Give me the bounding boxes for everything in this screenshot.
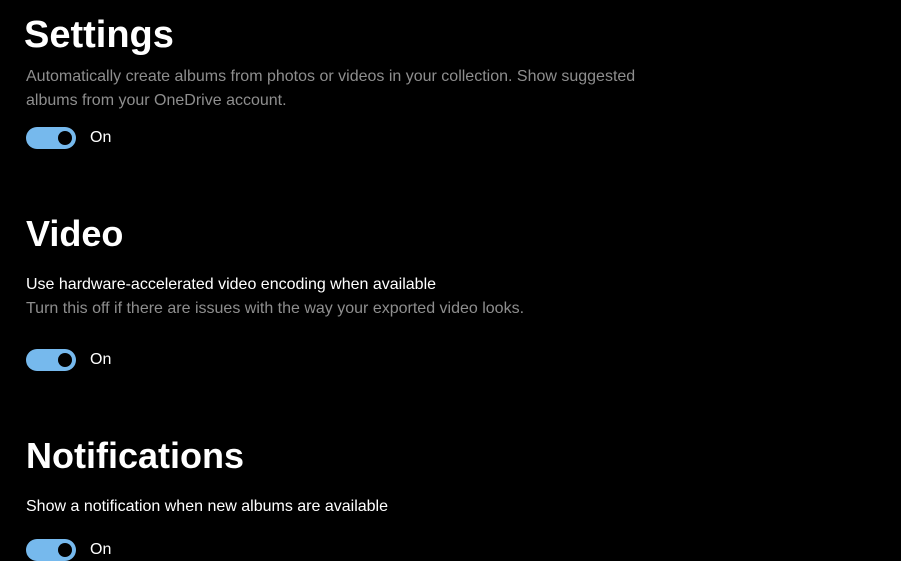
albums-description: Automatically create albums from photos … (26, 65, 875, 113)
video-toggle-label: On (90, 351, 111, 369)
settings-content: Automatically create albums from photos … (0, 0, 901, 561)
settings-header: Settings (0, 0, 901, 71)
page-title: Settings (24, 14, 877, 57)
video-setting-title: Use hardware-accelerated video encoding … (26, 273, 875, 297)
notifications-heading: Notifications (26, 435, 875, 477)
notifications-toggle[interactable] (26, 539, 76, 561)
toggle-knob-icon (58, 353, 72, 367)
toggle-knob-icon (58, 543, 72, 557)
notifications-setting-title: Show a notification when new albums are … (26, 495, 875, 519)
notifications-toggle-row: On (26, 539, 875, 561)
video-toggle[interactable] (26, 349, 76, 371)
video-heading: Video (26, 213, 875, 255)
albums-toggle-label: On (90, 129, 111, 147)
albums-toggle-row: On (26, 127, 875, 149)
notifications-toggle-label: On (90, 541, 111, 559)
toggle-knob-icon (58, 131, 72, 145)
albums-toggle[interactable] (26, 127, 76, 149)
video-setting-description: Turn this off if there are issues with t… (26, 297, 875, 321)
video-toggle-row: On (26, 349, 875, 371)
